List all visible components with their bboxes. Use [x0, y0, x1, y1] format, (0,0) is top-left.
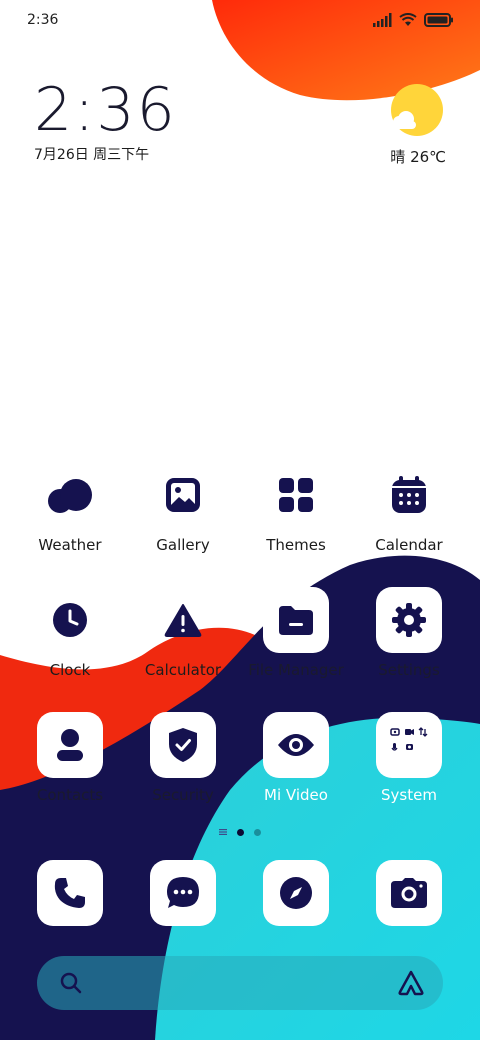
clock-time: 2:36 — [34, 75, 177, 145]
app-tile — [263, 462, 329, 528]
app-tile — [263, 860, 329, 926]
weather-cloud-icon — [48, 479, 92, 513]
menu-lines-icon — [219, 829, 227, 835]
calculator-icon — [164, 604, 202, 637]
page-indicator[interactable] — [0, 828, 480, 836]
app-label: Calculator — [144, 661, 222, 679]
app-tile — [150, 860, 216, 926]
clock-widget[interactable]: 2:36 7月26日 周三下午 — [34, 78, 177, 164]
app-label: Themes — [266, 536, 326, 554]
eye-icon — [278, 734, 314, 756]
app-tile — [263, 712, 329, 778]
wifi-icon — [399, 13, 417, 26]
app-calculator[interactable]: Calculator — [128, 587, 238, 679]
status-icons — [372, 13, 454, 27]
signal-icon — [373, 13, 392, 27]
page-dot[interactable] — [254, 828, 261, 836]
clock-icon — [53, 603, 87, 637]
search-icon — [60, 972, 82, 994]
app-tile — [150, 712, 216, 778]
app-tile — [150, 587, 216, 653]
dock-messages[interactable] — [128, 860, 238, 926]
app-tile — [376, 462, 442, 528]
gear-icon — [392, 603, 426, 637]
app-label: Clock — [49, 661, 91, 679]
weather-text: 晴 26℃ — [390, 148, 446, 166]
page-dot-active[interactable] — [237, 828, 244, 836]
status-time: 2:36 — [27, 12, 59, 28]
folder-icon — [279, 606, 313, 635]
app-file-manager[interactable]: File Manager — [241, 587, 351, 679]
app-tile — [37, 587, 103, 653]
dock-camera[interactable] — [354, 860, 464, 926]
app-label: Security — [152, 786, 214, 804]
app-label: Settings — [378, 661, 440, 679]
app-tile — [37, 462, 103, 528]
gallery-icon — [166, 478, 200, 512]
app-label: File Manager — [248, 661, 344, 679]
app-tile — [263, 587, 329, 653]
clock-date: 7月26日 周三下午 — [34, 147, 150, 163]
camera-icon — [391, 878, 427, 908]
app-label: Mi Video — [264, 786, 328, 804]
partly-sunny-icon — [391, 84, 443, 136]
battery-icon — [424, 13, 453, 27]
app-tile — [376, 712, 442, 778]
app-tile — [376, 587, 442, 653]
app-tile — [376, 860, 442, 926]
app-tile — [37, 860, 103, 926]
themes-icon — [279, 478, 313, 512]
person-icon — [57, 729, 83, 761]
app-tile — [37, 712, 103, 778]
status-bar: 2:36 — [0, 0, 480, 44]
dock-browser[interactable] — [241, 860, 351, 926]
phone-icon — [54, 878, 85, 908]
search-bar[interactable] — [37, 956, 443, 1010]
app-security[interactable]: Security — [128, 712, 238, 804]
app-system-folder[interactable]: System — [354, 712, 464, 804]
messages-icon — [167, 877, 199, 908]
weather-widget[interactable]: 晴 26℃ — [390, 84, 446, 166]
app-contacts[interactable]: Contacts — [15, 712, 125, 804]
calendar-icon — [392, 476, 426, 513]
app-mi-video[interactable]: Mi Video — [241, 712, 351, 804]
app-label: Weather — [38, 536, 102, 554]
app-label: Contacts — [36, 786, 104, 804]
app-tile — [150, 462, 216, 528]
app-weather[interactable]: Weather — [15, 462, 125, 554]
app-gallery[interactable]: Gallery — [128, 462, 238, 554]
app-settings[interactable]: Settings — [354, 587, 464, 679]
app-calendar[interactable]: Calendar — [354, 462, 464, 554]
app-label: System — [381, 786, 437, 804]
app-label: Gallery — [156, 536, 210, 554]
app-clock[interactable]: Clock — [15, 587, 125, 679]
app-label: Calendar — [375, 536, 443, 554]
dock-phone[interactable] — [15, 860, 125, 926]
shield-icon — [169, 728, 197, 762]
system-folder-icon — [390, 727, 428, 751]
compass-icon — [280, 877, 312, 909]
assistant-icon[interactable] — [397, 969, 425, 997]
app-themes[interactable]: Themes — [241, 462, 351, 554]
